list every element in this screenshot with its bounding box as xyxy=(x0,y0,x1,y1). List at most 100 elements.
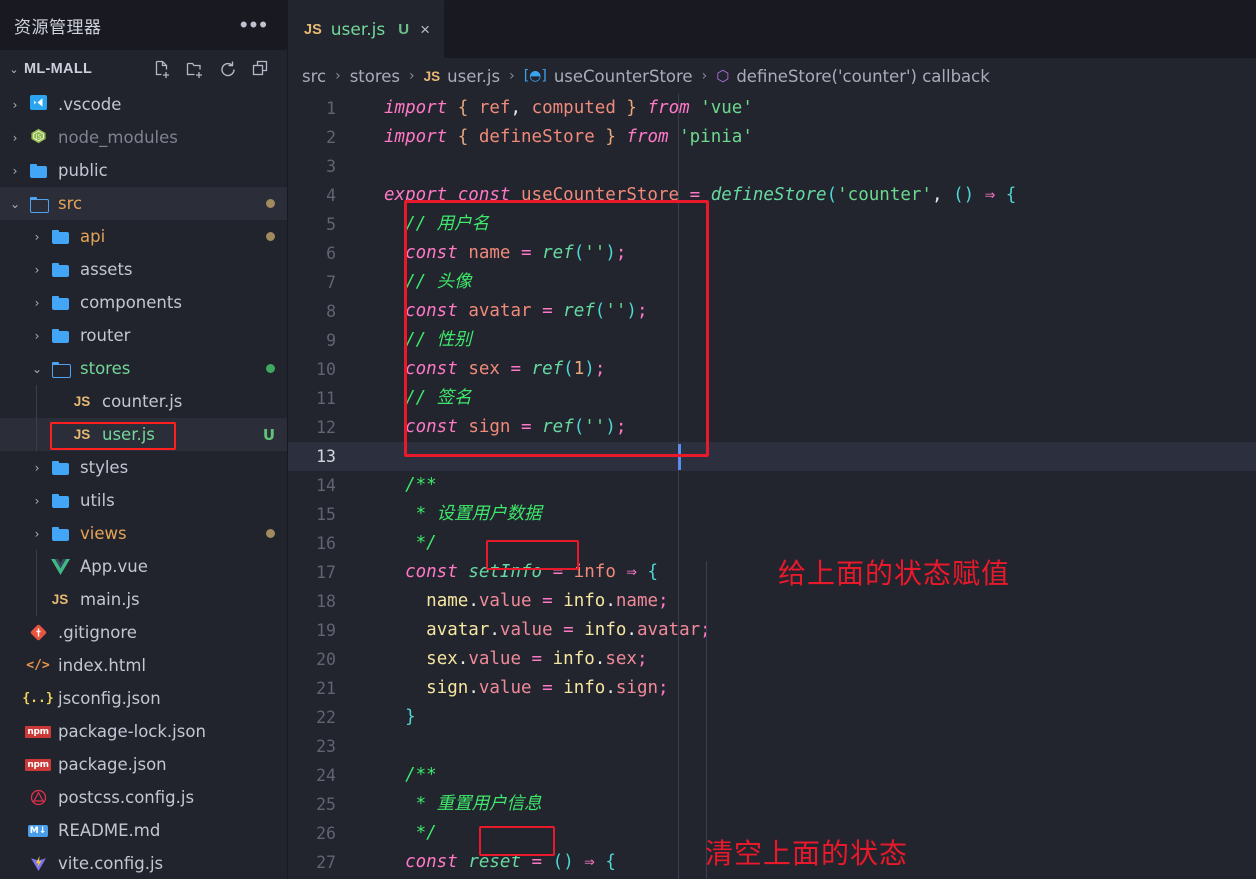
chevron-right-icon[interactable]: › xyxy=(4,131,26,145)
folder-icon xyxy=(51,493,69,508)
line-number: 7 xyxy=(326,273,336,292)
code-line-13[interactable]: 13 xyxy=(288,442,1256,471)
tree-item-public[interactable]: › public xyxy=(0,154,287,187)
line-number: 13 xyxy=(316,447,336,466)
editor-tabbar[interactable]: JS user.js U × xyxy=(288,0,1256,58)
code-content[interactable]: 1 import { ref, computed } from 'vue' 2 imp… xyxy=(288,94,1256,879)
tree-item-icon: npm xyxy=(25,725,51,738)
tree-item-api[interactable]: › api xyxy=(0,220,287,253)
chevron-right-icon[interactable]: › xyxy=(26,263,48,277)
chevron-down-icon[interactable]: ⌄ xyxy=(4,197,26,211)
code-line-text: sex.value = info.sex; xyxy=(370,645,647,674)
editor-tab-user-js[interactable]: JS user.js U × xyxy=(288,0,446,58)
tree-item-views[interactable]: › views xyxy=(0,517,287,550)
tree-item-app-vue[interactable]: App.vue xyxy=(0,550,287,583)
code-line-14[interactable]: 14 /** xyxy=(288,471,1256,500)
workspace-root-row[interactable]: ⌄ ML-MALL xyxy=(0,50,287,88)
code-line-1[interactable]: 1 import { ref, computed } from 'vue' xyxy=(288,94,1256,123)
code-line-27[interactable]: 27 const reset = () ⇒ { xyxy=(288,848,1256,877)
code-line-18[interactable]: 18 name.value = info.name; xyxy=(288,587,1256,616)
code-line-8[interactable]: 8 const avatar = ref(''); xyxy=(288,297,1256,326)
code-line-6[interactable]: 6 const name = ref(''); xyxy=(288,239,1256,268)
code-line-19[interactable]: 19 avatar.value = info.avatar; xyxy=(288,616,1256,645)
code-token: // 用户名 xyxy=(405,214,490,234)
tree-item-gitignore[interactable]: .gitignore xyxy=(0,616,287,649)
code-line-7[interactable]: 7 // 头像 xyxy=(288,268,1256,297)
tree-item-stores[interactable]: ⌄ stores xyxy=(0,352,287,385)
ellipsis-icon[interactable]: ••• xyxy=(240,14,269,36)
tree-item-package-json[interactable]: npm package.json xyxy=(0,748,287,781)
chevron-right-icon[interactable]: › xyxy=(26,494,48,508)
code-line-9[interactable]: 9 // 性别 xyxy=(288,326,1256,355)
code-token: = xyxy=(563,620,574,640)
tree-item-package-lock-json[interactable]: npm package-lock.json xyxy=(0,715,287,748)
chevron-right-icon[interactable]: › xyxy=(26,329,48,343)
chevron-down-icon[interactable]: ⌄ xyxy=(4,63,24,76)
breadcrumb-item-2[interactable]: JS user.js xyxy=(424,67,500,86)
chevron-right-icon[interactable]: › xyxy=(26,296,48,310)
tree-item-vite-config-js[interactable]: vite.config.js xyxy=(0,847,287,879)
code-line-25[interactable]: 25 * 重置用户信息 xyxy=(288,790,1256,819)
chevron-down-icon[interactable]: ⌄ xyxy=(26,362,48,376)
tree-item-vscode[interactable]: › .vscode xyxy=(0,88,287,121)
breadcrumb[interactable]: src › stores › JS user.js › [◓] useCounterStore ›… xyxy=(288,58,1256,94)
code-line-26[interactable]: 26 */ xyxy=(288,819,1256,848)
tree-item-icon: JS xyxy=(70,394,94,409)
refresh-icon[interactable] xyxy=(219,60,238,79)
code-line-17[interactable]: 17 const setInfo = info ⇒ { xyxy=(288,558,1256,587)
tree-item-utils[interactable]: › utils xyxy=(0,484,287,517)
code-line-2[interactable]: 2 import { defineStore } from 'pinia' xyxy=(288,123,1256,152)
breadcrumb-item-4[interactable]: ⬡ defineStore('counter') callback xyxy=(716,67,990,86)
breadcrumb-item-0[interactable]: src xyxy=(302,67,326,86)
code-line-21[interactable]: 21 sign.value = info.sign; xyxy=(288,674,1256,703)
code-line-20[interactable]: 20 sex.value = info.sex; xyxy=(288,645,1256,674)
code-token: . xyxy=(594,649,606,669)
code-token: useCounterStore xyxy=(521,185,680,205)
collapse-all-icon[interactable] xyxy=(252,60,271,79)
code-line-11[interactable]: 11 // 签名 xyxy=(288,384,1256,413)
code-line-24[interactable]: 24 /** xyxy=(288,761,1256,790)
tree-item-main-js[interactable]: JS main.js xyxy=(0,583,287,616)
tree-item-router[interactable]: › router xyxy=(0,319,287,352)
line-number: 1 xyxy=(326,99,336,118)
tree-item-src[interactable]: ⌄ src xyxy=(0,187,287,220)
chevron-right-icon[interactable]: › xyxy=(26,461,48,475)
chevron-right-icon[interactable]: › xyxy=(4,98,26,112)
tree-item-index-html[interactable]: </> index.html xyxy=(0,649,287,682)
code-line-23[interactable]: 23 xyxy=(288,732,1256,761)
breadcrumb-item-3[interactable]: [◓] useCounterStore xyxy=(524,67,693,86)
file-tree[interactable]: › .vscode › JS node_modules › public ⌄ src › api › a… xyxy=(0,88,287,879)
code-line-4[interactable]: 4 export const useCounterStore = defineSt… xyxy=(288,181,1256,210)
code-token: = xyxy=(542,301,553,321)
chevron-right-icon[interactable]: › xyxy=(26,527,48,541)
code-line-16[interactable]: 16 */ xyxy=(288,529,1256,558)
tree-item-label: jsconfig.json xyxy=(58,689,161,708)
code-token: . xyxy=(605,591,616,611)
tree-item-counter-js[interactable]: JS counter.js xyxy=(0,385,287,418)
new-file-icon[interactable] xyxy=(153,60,172,79)
tree-indent-guide xyxy=(36,385,37,451)
tree-item-postcss-config-js[interactable]: postcss.config.js xyxy=(0,781,287,814)
code-line-12[interactable]: 12 const sign = ref(''); xyxy=(288,413,1256,442)
chevron-right-icon[interactable]: › xyxy=(26,230,48,244)
tree-item-jsconfig-json[interactable]: {..} jsconfig.json xyxy=(0,682,287,715)
code-line-15[interactable]: 15 * 设置用户数据 xyxy=(288,500,1256,529)
code-line-3[interactable]: 3 xyxy=(288,152,1256,181)
tree-item-node-modules[interactable]: › JS node_modules xyxy=(0,121,287,154)
close-icon[interactable]: × xyxy=(420,20,430,40)
tree-item-styles[interactable]: › styles xyxy=(0,451,287,484)
code-viewport[interactable]: 1 import { ref, computed } from 'vue' 2 imp… xyxy=(288,94,1256,879)
tree-item-readme-md[interactable]: M↓ README.md xyxy=(0,814,287,847)
code-line-5[interactable]: 5 // 用户名 xyxy=(288,210,1256,239)
tree-item-components[interactable]: › components xyxy=(0,286,287,319)
code-line-10[interactable]: 10 const sex = ref(1); xyxy=(288,355,1256,384)
tree-item-user-js[interactable]: JS user.js U xyxy=(0,418,287,451)
new-folder-icon[interactable] xyxy=(186,60,205,79)
breadcrumb-item-1[interactable]: stores xyxy=(350,67,400,86)
chevron-right-icon[interactable]: › xyxy=(4,164,26,178)
line-number: 10 xyxy=(316,360,336,379)
code-line-22[interactable]: 22 } xyxy=(288,703,1256,732)
tree-item-assets[interactable]: › assets xyxy=(0,253,287,286)
